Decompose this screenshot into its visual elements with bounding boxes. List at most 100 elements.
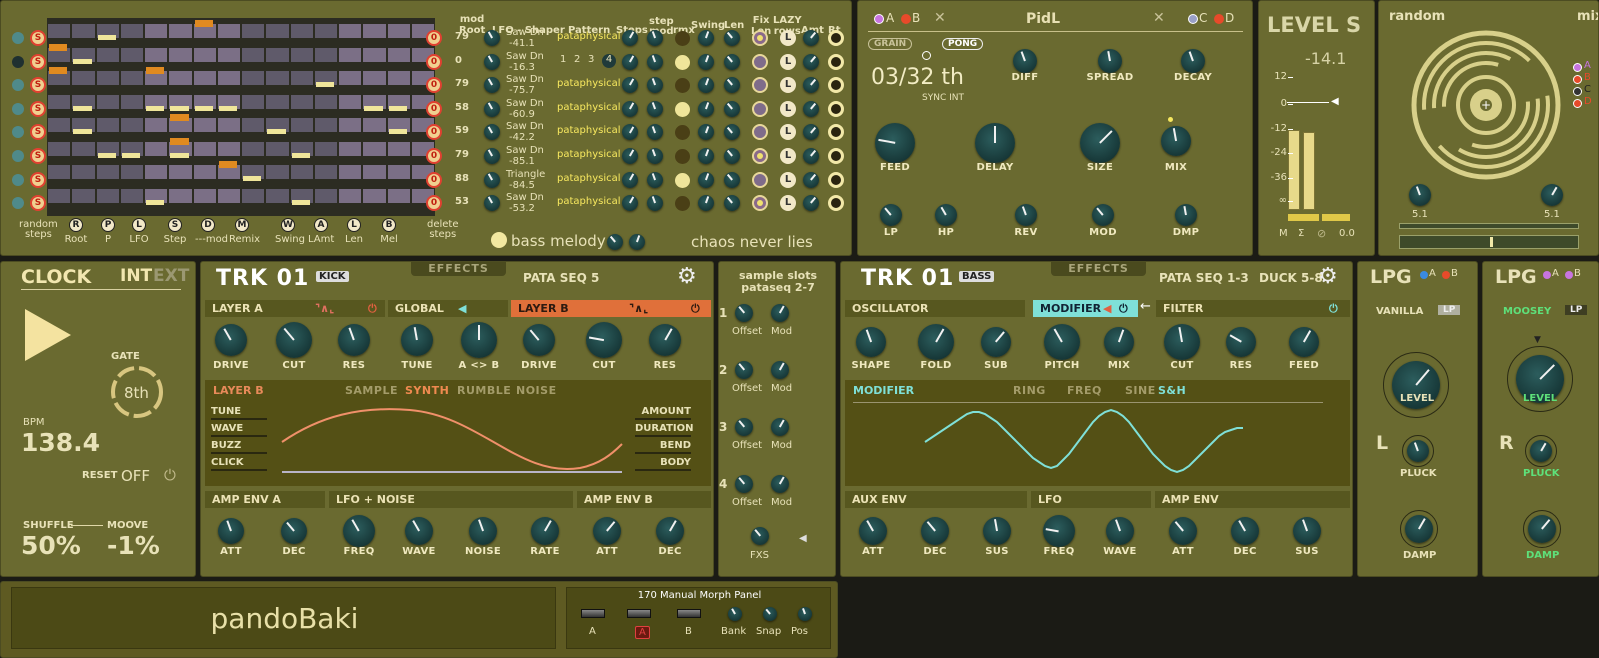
step-value-bar[interactable] [170,105,189,111]
step-value-bar[interactable] [218,161,237,168]
seq-bottom-button[interactable]: B [382,218,396,232]
row-fix-len[interactable] [752,100,768,117]
row-step-mod-knob[interactable] [647,77,663,94]
pidl-knob-diff[interactable] [1013,49,1037,73]
pattern-step[interactable]: 1 [560,54,566,65]
kick-preset[interactable]: PATA SEQ 5 [523,271,599,285]
row-mute-dot[interactable] [12,173,24,186]
lpg-left-pluck-knob[interactable] [1407,440,1429,462]
fxs-knob[interactable] [751,527,769,545]
step-cell[interactable] [48,165,71,179]
bass-tab-1[interactable]: FREQ [1067,384,1102,397]
row-lfo-knob[interactable] [484,171,500,188]
step-cell[interactable] [120,71,143,85]
step-cell[interactable] [217,118,240,132]
kick-bottom-knob[interactable] [343,515,375,547]
row-swing-knob[interactable] [698,100,714,117]
kick-bottom-knob[interactable] [218,518,244,544]
shuffle-value[interactable]: 50% [21,531,81,560]
row-len-knob[interactable] [724,77,740,94]
step-cell[interactable] [242,188,265,203]
step-cell[interactable] [72,188,95,203]
kick-param-right[interactable]: BEND [635,440,691,451]
row-steps-knob[interactable] [622,171,638,188]
step-cell[interactable] [217,47,240,62]
slot-mod-knob[interactable] [771,361,789,379]
random-disc[interactable]: + [1409,28,1564,183]
pidl-knob-dmp[interactable] [1175,204,1197,226]
row-steps-knob[interactable] [622,124,638,141]
step-cell[interactable] [339,118,362,132]
step-cell[interactable] [145,141,168,156]
level-pointer-icon[interactable]: ◀ [1331,96,1339,107]
pidl-knob-decay[interactable] [1181,49,1205,73]
seq-bottom-button[interactable]: P [101,218,115,232]
morph-knob[interactable] [798,607,812,621]
kick-knob[interactable] [523,324,555,356]
step-cell[interactable] [193,188,216,203]
step-value-bar[interactable] [243,176,262,181]
random-route-dot[interactable] [1573,99,1582,108]
row-swing-knob[interactable] [698,195,714,212]
morph-slot-button[interactable] [677,609,701,618]
row-len-knob[interactable] [724,171,740,188]
row-lfo-shape[interactable]: Saw Dn [506,27,544,38]
row-rt-button[interactable] [828,30,844,46]
kick-gear-icon[interactable]: ⚙ [677,264,697,289]
step-cell[interactable] [339,71,362,85]
row-solo-button[interactable]: S [30,30,46,46]
moove-value[interactable]: -1% [107,531,160,560]
pidl-knob-mix[interactable] [1161,126,1191,156]
bass-tab-0[interactable]: RING [1013,384,1046,397]
row-solo-button[interactable]: S [30,148,46,164]
row-rt-button[interactable] [828,124,844,141]
slot-mod-knob[interactable] [771,418,789,436]
row-step-mod-knob[interactable] [647,124,663,141]
row-rmx-dot[interactable] [675,31,690,46]
row-lazy-button[interactable]: L [780,77,796,94]
step-cell[interactable] [96,94,119,109]
lpg-right-a-dot[interactable] [1543,271,1551,279]
pidl-knob-mod[interactable] [1092,204,1114,226]
step-cell[interactable] [266,94,289,109]
kick-param-left[interactable]: CLICK [211,457,244,468]
row-swing-knob[interactable] [698,148,714,164]
row-pattern[interactable]: pataphysical [557,196,621,207]
kick-param-slider[interactable] [211,469,267,471]
slot-offset-knob[interactable] [735,475,753,493]
row-mute-dot[interactable] [12,79,24,92]
step-cell[interactable] [120,94,143,109]
morph-slot-label[interactable]: A [589,626,596,637]
bass-melody-knob-2[interactable] [629,234,645,250]
row-lazy-button[interactable]: L [780,171,796,188]
row-fix-len[interactable] [752,124,768,141]
bass-effects-tab[interactable]: EFFECTS [1051,262,1146,276]
step-value-bar[interactable] [73,129,92,134]
step-cell[interactable] [339,24,362,38]
lpg-right-b-dot[interactable] [1565,271,1573,279]
bass-tab-3[interactable]: S&H [1158,384,1186,397]
step-value-bar[interactable] [315,82,334,87]
pidl-knob-lp[interactable] [880,204,902,226]
step-cell[interactable] [120,188,143,203]
row-lazy-button[interactable]: L [780,53,796,70]
step-cell[interactable] [387,188,410,203]
row-steps-knob[interactable] [622,53,638,70]
bass-modifier-speaker-icon[interactable]: ◀ [1103,302,1111,315]
bass-preset-2[interactable]: DUCK 5-8 [1259,271,1323,285]
bass-melody-toggle[interactable] [491,232,507,248]
row-len-knob[interactable] [724,195,740,212]
lpg-left-b-dot[interactable] [1442,271,1450,279]
step-cell[interactable] [339,188,362,203]
step-grid[interactable] [47,18,435,216]
step-cell[interactable] [290,94,313,109]
pidl-c-dot[interactable] [1188,14,1198,24]
level-m[interactable]: M [1279,228,1288,239]
step-cell[interactable] [387,165,410,179]
kick-bottom-knob[interactable] [405,517,433,545]
bpm-value[interactable]: 138.4 [21,428,100,457]
step-value-bar[interactable] [364,105,383,111]
bass-tab-2[interactable]: SINE [1125,384,1156,397]
step-cell[interactable] [169,24,192,38]
random-knob-right[interactable] [1541,184,1563,206]
